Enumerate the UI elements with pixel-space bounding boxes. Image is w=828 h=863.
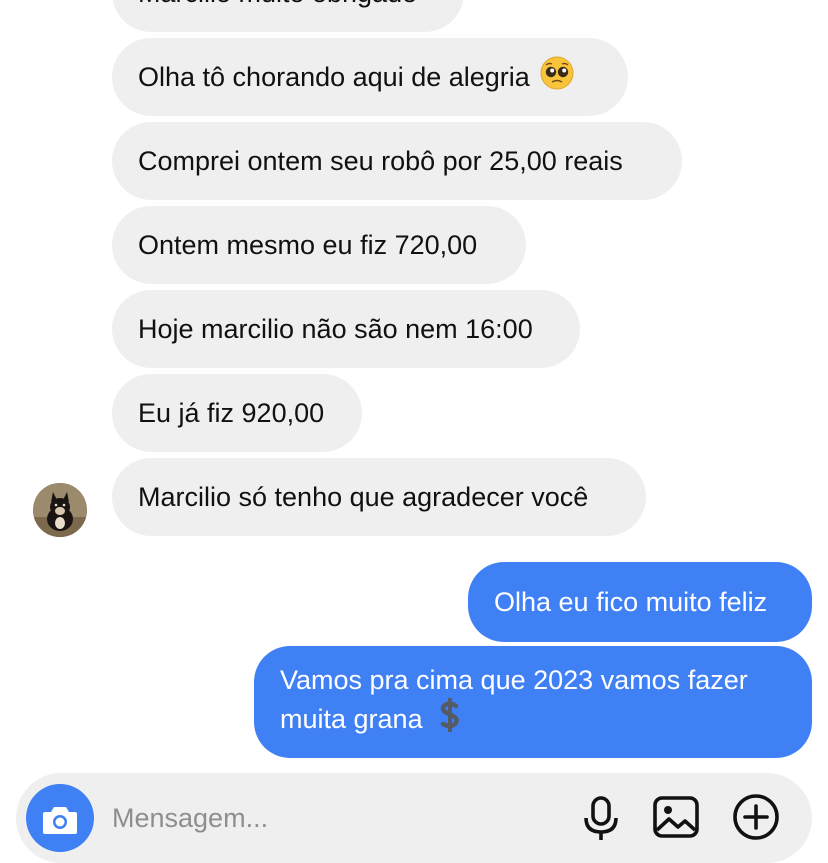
microphone-icon — [584, 796, 618, 840]
message-bubble-partial[interactable]: Marcilio muito obrigado — [112, 0, 464, 32]
message-text: Ontem mesmo eu fiz 720,00 — [138, 229, 478, 260]
microphone-button[interactable] — [576, 792, 626, 842]
message-text: muita grana — [280, 704, 423, 734]
message-text: Eu já fiz 920,00 — [138, 397, 325, 428]
message-text: Comprei ontem seu robô por 25,00 reais — [138, 145, 623, 176]
gallery-button[interactable] — [651, 792, 701, 842]
pleading-face-emoji — [540, 56, 574, 99]
message-text: Vamos pra cima que 2023 vamos fazer — [280, 665, 748, 695]
message-bubble-sent[interactable]: Vamos pra cima que 2023 vamos fazer muit… — [254, 646, 812, 758]
image-icon — [653, 796, 699, 838]
message-text: Marcilio só tenho que agradecer você — [138, 481, 589, 512]
message-bubble[interactable]: Hoje marcilio não são nem 16:00 — [112, 290, 580, 368]
dollar-sign-emoji — [437, 697, 463, 741]
plus-circle-icon — [733, 794, 779, 840]
message-text: Hoje marcilio não são nem 16:00 — [138, 313, 533, 344]
message-bubble[interactable]: Ontem mesmo eu fiz 720,00 — [112, 206, 526, 284]
message-bubble[interactable]: Comprei ontem seu robô por 25,00 reais — [112, 122, 682, 200]
message-bubble[interactable]: Marcilio só tenho que agradecer você — [112, 458, 646, 536]
message-input[interactable] — [112, 798, 552, 838]
message-text: Olha eu fico muito feliz — [494, 586, 768, 617]
message-bubble[interactable]: Eu já fiz 920,00 — [112, 374, 362, 452]
camera-button[interactable] — [26, 784, 94, 852]
sender-avatar[interactable] — [33, 483, 87, 537]
message-bubble[interactable]: Olha tô chorando aqui de alegria — [112, 38, 628, 116]
message-text: Marcilio muito obrigado — [138, 0, 417, 11]
message-bubble-sent[interactable]: Olha eu fico muito feliz — [468, 562, 812, 642]
message-text: Olha tô chorando aqui de alegria — [138, 61, 530, 92]
camera-icon — [43, 807, 77, 834]
add-button[interactable] — [731, 792, 781, 842]
